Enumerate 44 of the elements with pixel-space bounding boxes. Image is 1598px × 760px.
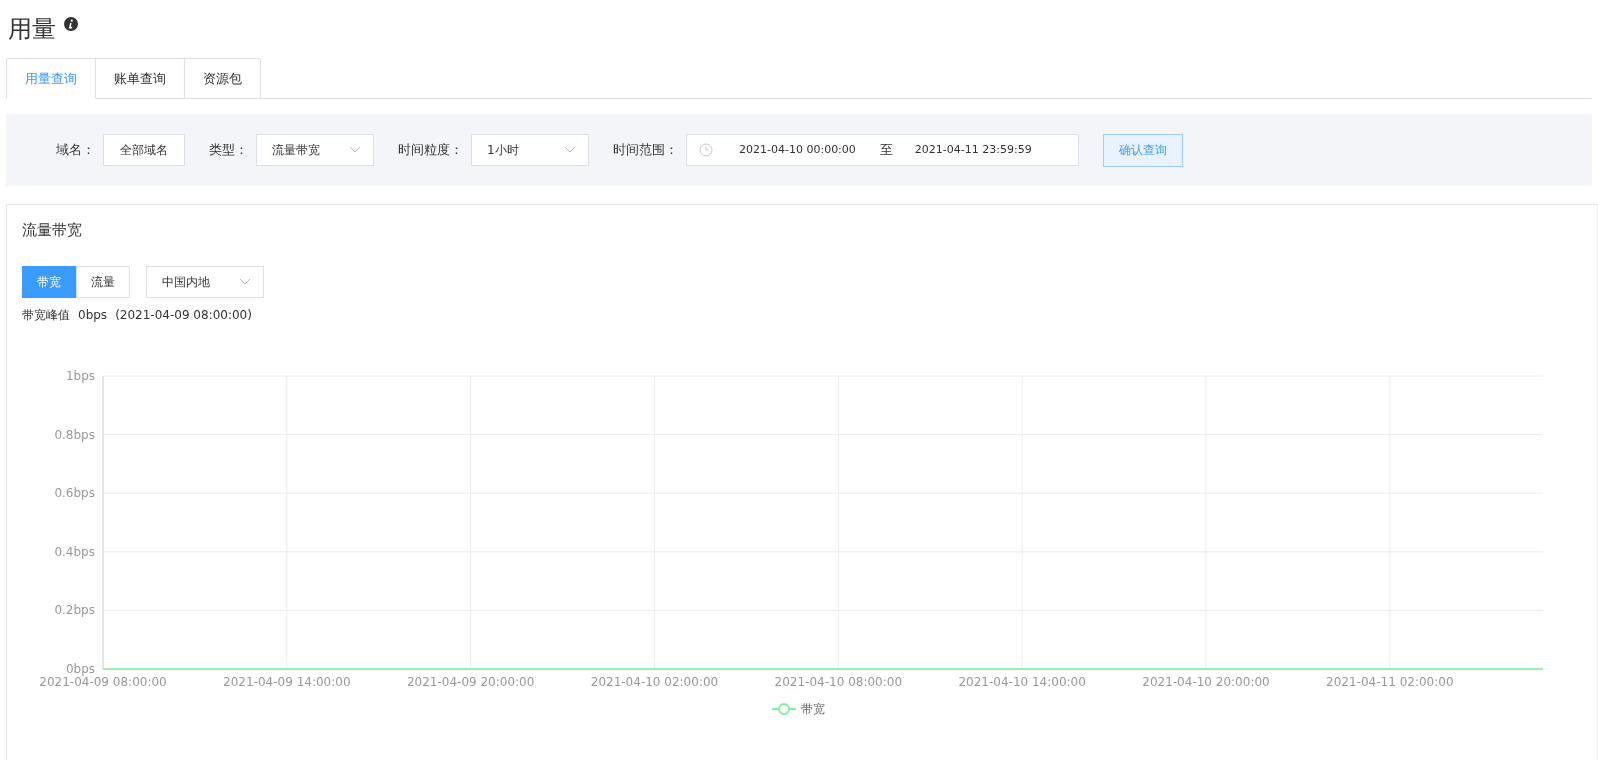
dropdown-value: 中国内地 [162, 273, 210, 291]
y-axis-label: 0.2bps [54, 602, 95, 617]
start-date: 2021-04-10 00:00:00 [739, 141, 856, 158]
x-axis-label: 2021-04-09 08:00:00 [39, 674, 167, 689]
filter-label: 类型： [209, 141, 248, 160]
range-separator: 至 [879, 141, 893, 160]
clock-icon [699, 143, 713, 157]
y-axis-label: 0.4bps [54, 544, 95, 559]
chevron-down-icon [564, 146, 576, 154]
tab[interactable]: 资源包 [185, 58, 261, 99]
peak-value: 0bps [78, 306, 108, 324]
x-axis-label: 2021-04-09 14:00:00 [223, 674, 351, 689]
x-axis-label: 2021-04-10 08:00:00 [774, 674, 903, 689]
x-axis-label: 2021-04-10 20:00:00 [1142, 674, 1270, 689]
x-axis-label: 2021-04-09 20:00:00 [406, 674, 535, 689]
y-axis-label: 0.6bps [54, 485, 95, 500]
peak-label: 带宽峰值 [22, 306, 70, 324]
toggle-button[interactable]: 流量 [76, 265, 130, 298]
dropdown-value: 1小时 [487, 142, 519, 159]
peak-time: (2021-04-09 08:00:00) [115, 306, 252, 324]
end-date: 2021-04-11 23:59:59 [914, 141, 1032, 158]
domain-select[interactable]: 全部域名 [103, 134, 185, 166]
date-range-field[interactable]: 2021-04-10 00:00:00 至 2021-04-11 23:59:59 [686, 134, 1079, 166]
y-axis-label: 0bps [65, 661, 95, 676]
chevron-down-icon [239, 277, 251, 286]
x-axis-label: 2021-04-10 02:00:00 [590, 674, 719, 689]
filter-label: 时间粒度： [398, 141, 463, 160]
x-axis-label: 2021-04-10 14:00:00 [958, 674, 1086, 689]
filter-label: 时间范围： [613, 141, 678, 160]
legend-line-icon [771, 702, 797, 715]
dropdown[interactable]: 流量带宽 [256, 134, 374, 166]
panel-title: 流量带宽 [22, 220, 83, 241]
dropdown[interactable]: 1小时 [471, 134, 589, 166]
page-title: 用量 [8, 14, 56, 44]
chevron-down-icon [349, 146, 361, 154]
filter-label: 域名： [56, 141, 95, 160]
y-axis-label: 1bps [65, 368, 95, 383]
region-select[interactable]: 中国内地 [146, 265, 264, 298]
dropdown-value: 流量带宽 [272, 142, 320, 159]
x-axis-label: 2021-04-11 02:00:00 [1326, 674, 1454, 689]
y-axis-label: 0.8bps [54, 427, 95, 442]
legend-label: 带宽 [801, 701, 825, 716]
tab[interactable]: 账单查询 [96, 58, 185, 99]
info-icon [64, 17, 78, 31]
